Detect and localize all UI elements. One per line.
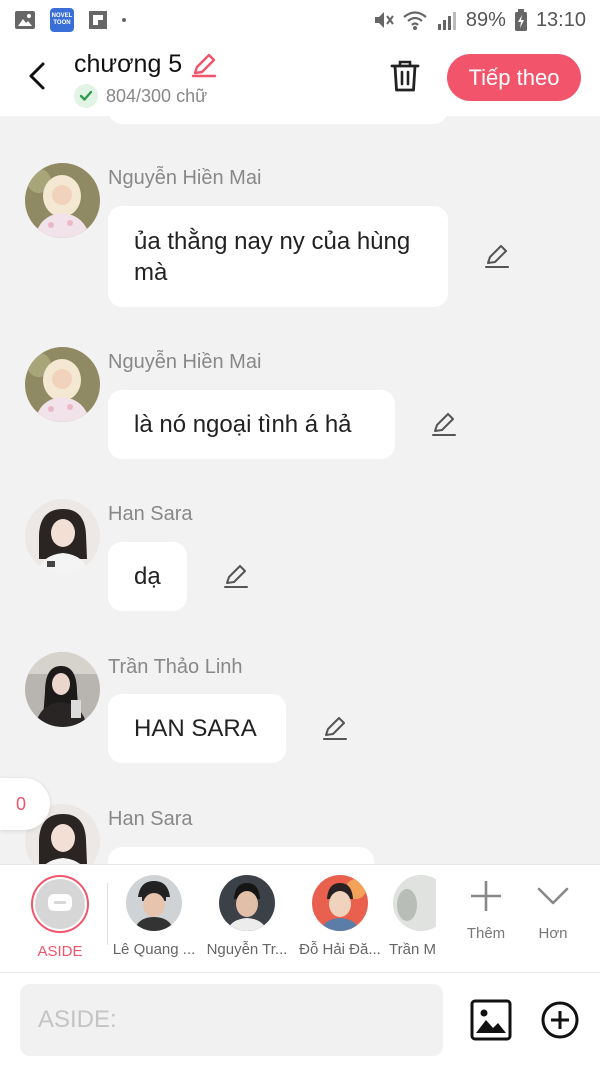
message-bubble[interactable]: dạ (108, 542, 187, 611)
clock: 13:10 (535, 8, 586, 31)
next-button[interactable]: Tiếp theo (447, 54, 581, 101)
speech-bubble-icon (48, 894, 72, 911)
plus-icon (471, 881, 501, 911)
trash-icon (390, 60, 420, 92)
word-count: 804/300 chữ (106, 85, 208, 106)
character-name: Trần M (389, 941, 436, 958)
avatar (393, 875, 436, 931)
avatar[interactable] (25, 163, 100, 238)
character-aside[interactable]: ASIDE (15, 875, 105, 960)
character-nguyen-tr[interactable]: Nguyễn Tr... (202, 875, 292, 958)
chevron-left-icon (29, 62, 45, 90)
message-input-bar (0, 972, 600, 1067)
signal-icon (437, 12, 456, 30)
sender-name: Nguyễn Hiền Mai (108, 351, 262, 373)
character-name: Nguyễn Tr... (206, 941, 288, 958)
wifi-icon (403, 11, 427, 30)
add-character-button[interactable]: Thêm (456, 879, 516, 942)
gallery-notification-icon (15, 11, 35, 29)
divider (107, 883, 108, 945)
sender-name: Trần Thảo Linh (108, 656, 243, 678)
character-selector-bar: ASIDE Lê Quang ... Nguyễn Tr... Đỗ Hải Đ… (0, 864, 600, 972)
avatar (312, 875, 368, 931)
message-bubble[interactable] (108, 847, 374, 864)
sender-name: Han Sara (108, 503, 193, 525)
edit-message-pencil-icon[interactable] (483, 242, 511, 270)
avatar[interactable] (25, 347, 100, 422)
avatar[interactable] (25, 652, 100, 727)
plus-circle-icon (541, 1001, 579, 1039)
novel-toon-app-icon: NOVEL TOON (50, 8, 74, 32)
character-le-quang[interactable]: Lê Quang ... (109, 875, 199, 958)
add-label: Thêm (466, 925, 506, 942)
chat-area: Nguyễn Hiền Mai ủa thằng nay ny của hùng… (0, 116, 600, 864)
battery-icon (514, 9, 527, 31)
editor-header: chương 5 804/300 chữ Tiếp theo (0, 40, 600, 116)
message-bubble[interactable]: HAN SARA (108, 694, 286, 763)
edit-message-pencil-icon[interactable] (430, 410, 458, 438)
status-bar: NOVEL TOON 89% 13:10 (0, 0, 600, 40)
character-do-hai-da[interactable]: Đỗ Hải Đă... (295, 875, 385, 958)
message-bubble[interactable]: là nó ngoại tình á hả (108, 390, 395, 459)
character-tran-m[interactable]: Trần M (380, 875, 436, 958)
aside-text-input[interactable] (20, 984, 443, 1056)
insert-image-button[interactable] (470, 999, 512, 1041)
side-counter[interactable]: 0 (0, 778, 50, 830)
more-characters-button[interactable]: Hơn (523, 879, 583, 942)
avatar (126, 875, 182, 931)
battery-percent: 89% (465, 8, 506, 31)
novel-toon-app-text: NOVEL TOON (51, 13, 73, 26)
avatar (219, 875, 275, 931)
delete-button[interactable] (388, 58, 422, 94)
edit-message-pencil-icon[interactable] (222, 562, 250, 590)
chapter-title: chương 5 (74, 50, 183, 78)
sender-name: Han Sara (108, 808, 193, 830)
back-button[interactable] (22, 58, 52, 94)
more-notifications-dot (122, 18, 126, 22)
avatar[interactable] (25, 499, 100, 574)
character-name: Lê Quang ... (112, 941, 196, 958)
previous-message-bubble[interactable] (108, 116, 448, 124)
edit-title-pencil-icon[interactable] (190, 51, 218, 79)
chevron-down-icon (537, 887, 569, 905)
message-bubble[interactable]: ủa thằng nay ny của hùng mà (108, 206, 448, 307)
flipboard-notification-icon (89, 11, 107, 29)
sender-name: Nguyễn Hiền Mai (108, 167, 262, 189)
add-content-button[interactable] (540, 1000, 580, 1040)
edit-message-pencil-icon[interactable] (321, 714, 349, 742)
character-name: ASIDE (37, 943, 83, 960)
more-label: Hơn (538, 925, 568, 942)
image-icon (470, 999, 512, 1041)
mute-vibrate-icon (374, 12, 394, 28)
word-goal-check-icon (74, 84, 98, 108)
character-name: Đỗ Hải Đă... (299, 941, 381, 958)
